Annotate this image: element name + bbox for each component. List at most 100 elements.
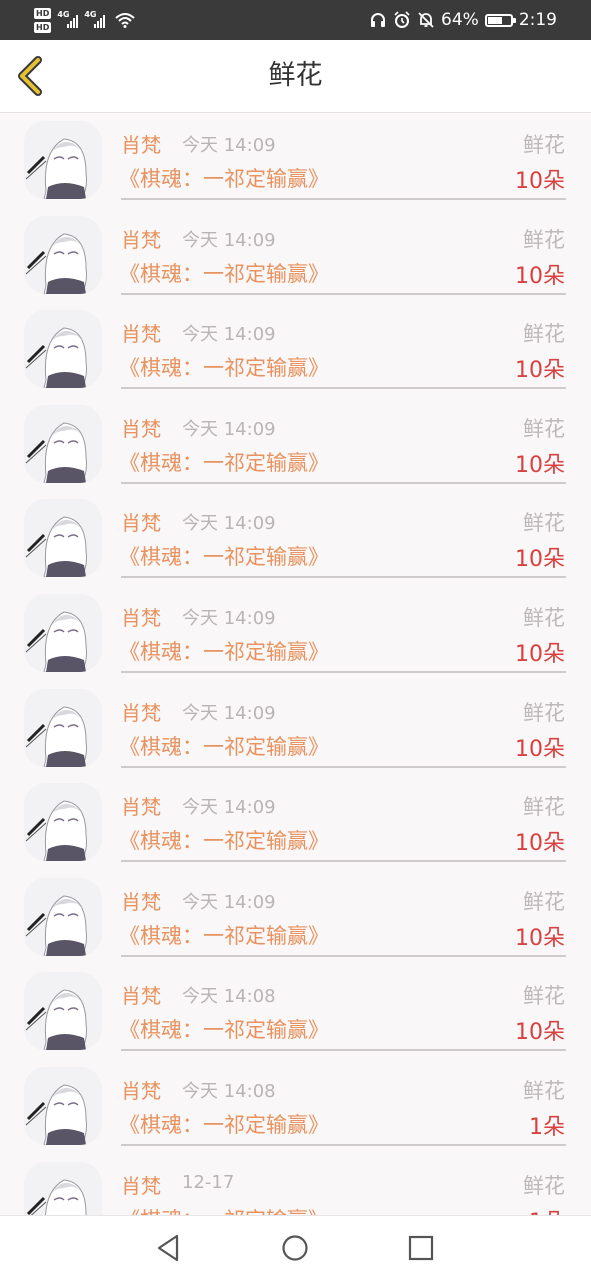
- gift-amount: 10朵: [515, 1020, 565, 1046]
- book-title[interactable]: 《棋魂：一祁定输赢》: [119, 352, 329, 382]
- system-nav-bar: [0, 1215, 591, 1281]
- gift-type: 鲜花: [523, 133, 565, 157]
- list-item[interactable]: 肖梵 今天 14:09 鲜花 《棋魂：一祁定输赢》 10朵: [0, 681, 591, 776]
- book-title[interactable]: 《棋魂：一祁定输赢》: [119, 447, 329, 477]
- gift-type: 鲜花: [523, 227, 565, 252]
- book-title[interactable]: 《棋魂：一祁定输赢》: [119, 920, 329, 950]
- avatar[interactable]: [24, 593, 102, 672]
- record-time: 今天 14:08: [182, 1080, 276, 1102]
- book-title[interactable]: 《棋魂：一祁定输赢》: [119, 541, 329, 571]
- recents-square-icon[interactable]: [401, 1228, 441, 1268]
- alarm-icon: [394, 11, 410, 28]
- record-time: 今天 14:09: [182, 229, 276, 251]
- book-title[interactable]: 《棋魂：一祁定输赢》: [119, 1014, 329, 1044]
- sender-name: 肖梵: [121, 511, 161, 536]
- list-item[interactable]: 肖梵 今天 14:08 鲜花 《棋魂：一祁定输赢》 1朵: [0, 1059, 591, 1154]
- sender-name: 肖梵: [121, 416, 161, 441]
- divider: [121, 670, 566, 673]
- battery-percent: 64%: [441, 10, 479, 30]
- list-item[interactable]: 肖梵 今天 14:09 鲜花 《棋魂：一祁定输赢》 10朵: [0, 586, 591, 681]
- avatar-image: [24, 121, 102, 199]
- gift-amount: 1朵: [529, 1114, 565, 1140]
- record-time: 今天 14:09: [182, 702, 276, 724]
- gift-type: 鲜花: [523, 322, 565, 347]
- avatar-image: [24, 972, 102, 1051]
- sender-name: 肖梵: [121, 1078, 161, 1103]
- sender-name: 肖梵: [121, 1173, 161, 1198]
- divider: [121, 198, 566, 200]
- avatar[interactable]: [24, 215, 102, 294]
- divider: [121, 860, 566, 863]
- gift-type: 鲜花: [523, 511, 565, 536]
- status-bar-left: HD HD 4G 4G: [34, 4, 136, 36]
- book-title[interactable]: 《棋魂：一祁定输赢》: [119, 825, 329, 855]
- avatar[interactable]: [24, 972, 102, 1051]
- avatar-image: [24, 688, 102, 767]
- back-triangle-icon[interactable]: [148, 1228, 188, 1268]
- sender-name: 肖梵: [121, 133, 161, 157]
- headphones-icon: [371, 13, 386, 27]
- gift-type: 鲜花: [523, 700, 565, 725]
- book-title[interactable]: 《棋魂：一祁定输赢》: [119, 636, 329, 666]
- gift-amount: 10朵: [515, 641, 565, 667]
- gift-amount: 10朵: [515, 452, 565, 478]
- home-circle-icon[interactable]: [275, 1228, 315, 1268]
- record-time: 今天 14:09: [182, 891, 276, 913]
- sender-name: 肖梵: [121, 795, 161, 820]
- list-item[interactable]: 肖梵 12-17 鲜花 《棋魂：一祁定输赢》 1朵: [0, 1154, 591, 1215]
- avatar-image: [24, 499, 102, 578]
- flower-record-list[interactable]: 肖梵 今天 14:09 鲜花 《棋魂：一祁定输赢》 10朵 肖梵 今天 14:0…: [0, 113, 591, 1215]
- gift-amount: 10朵: [515, 358, 565, 384]
- gift-type: 鲜花: [523, 889, 565, 914]
- hd-icon: HD HD: [34, 7, 52, 33]
- book-title[interactable]: 《棋魂：一祁定输赢》: [119, 731, 329, 761]
- avatar-image: [24, 593, 102, 672]
- avatar[interactable]: [24, 877, 102, 956]
- book-title[interactable]: 《棋魂：一祁定输赢》: [119, 258, 329, 288]
- gift-type: 鲜花: [523, 1173, 565, 1198]
- book-title[interactable]: 《棋魂：一祁定输赢》: [119, 163, 329, 193]
- avatar-image: [24, 783, 102, 862]
- wifi-icon: [115, 13, 136, 28]
- header-bar: 鲜花: [0, 40, 591, 113]
- battery-icon: [484, 13, 516, 27]
- avatar[interactable]: [24, 121, 102, 199]
- list-item[interactable]: 肖梵 今天 14:09 鲜花 《棋魂：一祁定输赢》 10朵: [0, 775, 591, 870]
- avatar[interactable]: [24, 1161, 102, 1215]
- avatar[interactable]: [24, 404, 102, 483]
- record-time: 今天 14:09: [182, 607, 276, 629]
- gift-amount: 10朵: [515, 169, 565, 194]
- list-item[interactable]: 肖梵 今天 14:09 鲜花 《棋魂：一祁定输赢》 10朵: [0, 491, 591, 586]
- status-bar: HD HD 4G 4G 64% 2:19: [0, 0, 591, 40]
- record-time: 今天 14:09: [182, 797, 276, 819]
- battery-fill: [487, 16, 502, 24]
- avatar-image: [24, 310, 102, 389]
- list-item[interactable]: 肖梵 今天 14:09 鲜花 《棋魂：一祁定输赢》 10朵: [0, 302, 591, 397]
- status-time: 2:19: [518, 10, 557, 30]
- avatar[interactable]: [24, 1066, 102, 1145]
- divider: [121, 576, 566, 579]
- avatar[interactable]: [24, 499, 102, 578]
- avatar-image: [24, 877, 102, 956]
- sender-name: 肖梵: [121, 984, 161, 1009]
- list-item[interactable]: 肖梵 今天 14:09 鲜花 《棋魂：一祁定输赢》 10朵: [0, 208, 591, 303]
- gift-amount: 10朵: [515, 925, 565, 951]
- book-title[interactable]: 《棋魂：一祁定输赢》: [119, 1109, 329, 1139]
- list-item[interactable]: 肖梵 今天 14:09 鲜花 《棋魂：一祁定输赢》 10朵: [0, 870, 591, 965]
- mute-bell-icon: [418, 12, 434, 28]
- divider: [121, 292, 566, 295]
- list-item[interactable]: 肖梵 今天 14:09 鲜花 《棋魂：一祁定输赢》 10朵: [0, 397, 591, 492]
- list-item[interactable]: 肖梵 今天 14:08 鲜花 《棋魂：一祁定输赢》 10朵: [0, 964, 591, 1059]
- avatar[interactable]: [24, 688, 102, 767]
- list-item[interactable]: 肖梵 今天 14:09 鲜花 《棋魂：一祁定输赢》 10朵: [0, 113, 591, 208]
- avatar[interactable]: [24, 783, 102, 862]
- avatar-image: [24, 404, 102, 483]
- avatar[interactable]: [24, 310, 102, 389]
- book-title[interactable]: 《棋魂：一祁定输赢》: [119, 1204, 329, 1215]
- gift-type: 鲜花: [523, 795, 565, 820]
- network-type-1: 4G: [57, 10, 70, 19]
- record-time: 今天 14:09: [182, 324, 276, 346]
- record-time: 今天 14:09: [182, 418, 276, 440]
- divider: [121, 954, 566, 957]
- avatar-image: [24, 1161, 102, 1215]
